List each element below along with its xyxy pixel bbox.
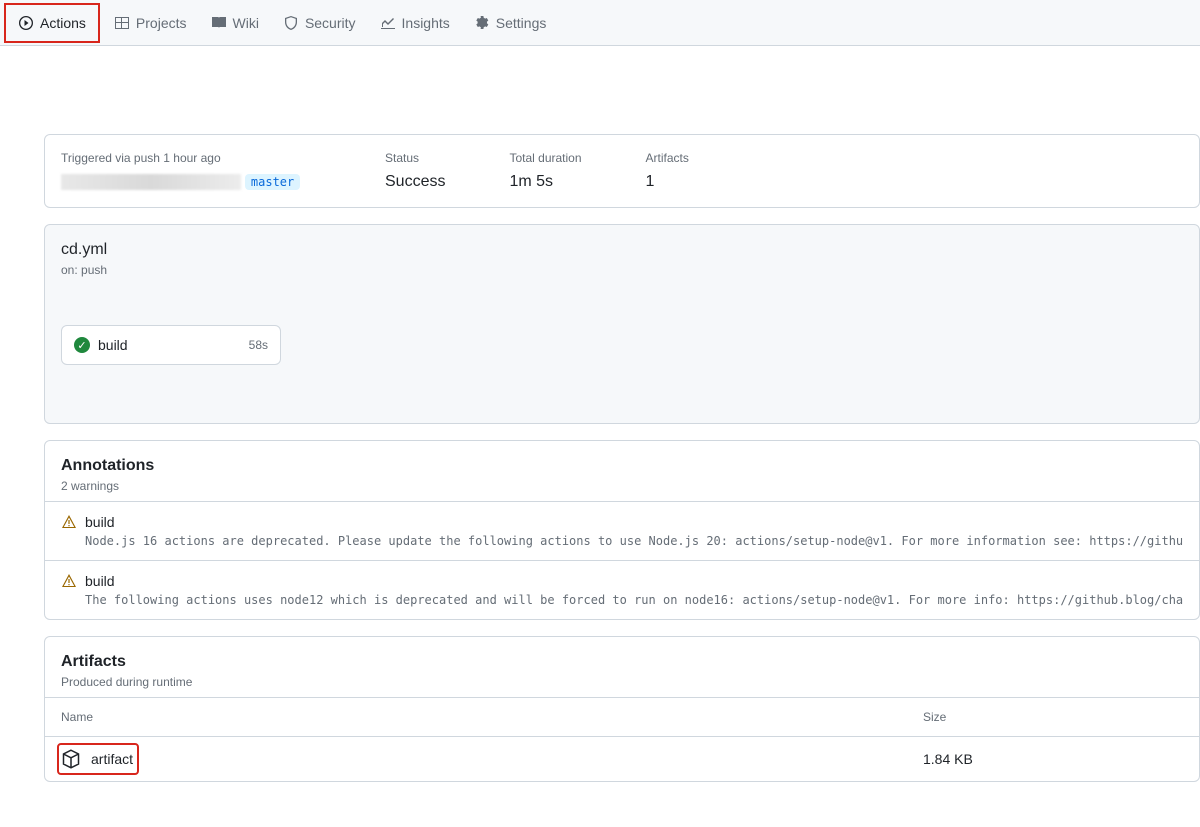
artifact-size: 1.84 KB <box>923 751 1103 767</box>
summary-artifacts: Artifacts 1 <box>646 151 689 191</box>
job-card-build[interactable]: ✓ build 58s <box>61 325 281 365</box>
run-summary: Triggered via push 1 hour ago master Sta… <box>44 134 1200 208</box>
artifacts-label: Artifacts <box>646 151 689 165</box>
tab-settings[interactable]: Settings <box>462 0 559 45</box>
book-icon <box>211 15 227 31</box>
artifact-row[interactable]: artifact 1.84 KB <box>45 736 1199 781</box>
graph-icon <box>380 15 396 31</box>
job-name: build <box>98 337 241 353</box>
tab-wiki[interactable]: Wiki <box>199 0 271 45</box>
status-value: Success <box>385 173 445 191</box>
check-circle-icon: ✓ <box>74 337 90 353</box>
package-icon <box>61 749 81 769</box>
annotation-message: The following actions uses node12 which … <box>85 593 1183 607</box>
artifacts-panel: Artifacts Produced during runtime Name S… <box>44 636 1200 782</box>
annotation-message: Node.js 16 actions are deprecated. Pleas… <box>85 534 1183 548</box>
tab-label: Settings <box>496 15 547 31</box>
annotation-job: build <box>85 514 115 530</box>
annotation-item[interactable]: build Node.js 16 actions are deprecated.… <box>45 501 1199 560</box>
branch-badge[interactable]: master <box>245 174 300 190</box>
workflow-file[interactable]: cd.yml <box>61 241 1183 259</box>
column-name: Name <box>61 710 923 724</box>
tab-actions[interactable]: Actions <box>4 3 100 43</box>
tab-label: Insights <box>402 15 450 31</box>
annotation-job: build <box>85 573 115 589</box>
play-icon <box>18 15 34 31</box>
artifacts-title: Artifacts <box>61 653 1183 671</box>
workflow-diagram: cd.yml on: push ✓ build 58s <box>44 224 1200 424</box>
job-duration: 58s <box>249 338 268 352</box>
artifacts-header: Artifacts Produced during runtime <box>45 637 1199 697</box>
gear-icon <box>474 15 490 31</box>
warning-icon <box>61 514 77 530</box>
tab-label: Projects <box>136 15 187 31</box>
artifact-highlight: artifact <box>57 743 139 775</box>
table-icon <box>114 15 130 31</box>
warning-icon <box>61 573 77 589</box>
annotations-title: Annotations <box>61 457 1183 475</box>
repo-nav: Actions Projects Wiki Security Insights … <box>0 0 1200 46</box>
status-label: Status <box>385 151 445 165</box>
artifacts-table-head: Name Size <box>45 697 1199 736</box>
workflow-trigger: on: push <box>61 263 1183 277</box>
summary-trigger: Triggered via push 1 hour ago master <box>61 151 321 191</box>
summary-status: Status Success <box>385 151 445 191</box>
artifacts-value[interactable]: 1 <box>646 173 689 191</box>
annotations-panel: Annotations 2 warnings build Node.js 16 … <box>44 440 1200 620</box>
redacted-text <box>61 174 241 190</box>
shield-icon <box>283 15 299 31</box>
artifact-name: artifact <box>91 751 133 767</box>
page-content: Triggered via push 1 hour ago master Sta… <box>0 46 1200 822</box>
column-size: Size <box>923 710 1103 724</box>
tab-insights[interactable]: Insights <box>368 0 462 45</box>
tab-label: Actions <box>40 15 86 31</box>
tab-label: Security <box>305 15 356 31</box>
duration-value[interactable]: 1m 5s <box>509 173 581 191</box>
annotations-subtitle: 2 warnings <box>61 479 1183 493</box>
annotations-header: Annotations 2 warnings <box>45 457 1199 501</box>
tab-security[interactable]: Security <box>271 0 368 45</box>
artifacts-table: Name Size artifact 1.84 KB <box>45 697 1199 781</box>
trigger-label: Triggered via push 1 hour ago <box>61 151 321 165</box>
annotation-item[interactable]: build The following actions uses node12 … <box>45 560 1199 619</box>
tab-label: Wiki <box>233 15 259 31</box>
duration-label: Total duration <box>509 151 581 165</box>
summary-duration: Total duration 1m 5s <box>509 151 581 191</box>
artifacts-subtitle: Produced during runtime <box>61 675 1183 689</box>
trigger-detail: master <box>61 173 321 190</box>
tab-projects[interactable]: Projects <box>102 0 199 45</box>
